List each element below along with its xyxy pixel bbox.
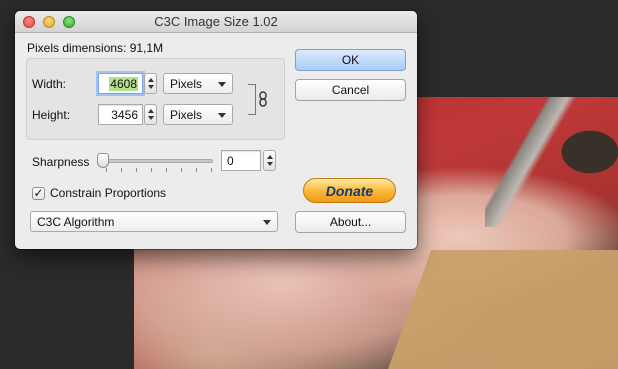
pixels-group-box — [26, 58, 285, 140]
sharpness-stepper-up-icon[interactable] — [267, 155, 273, 159]
chain-link-icon-svg — [259, 91, 267, 107]
height-stepper[interactable] — [144, 104, 157, 125]
width-stepper-down-icon[interactable] — [148, 85, 154, 89]
chevron-down-icon — [218, 113, 226, 118]
cancel-button[interactable]: Cancel — [295, 79, 406, 101]
width-label: Width: — [32, 77, 67, 91]
height-unit-value: Pixels — [170, 108, 203, 122]
chain-link-icon[interactable] — [258, 91, 268, 107]
height-unit-select[interactable]: Pixels — [163, 104, 233, 125]
width-stepper[interactable] — [144, 73, 157, 94]
height-label: Height: — [32, 108, 71, 122]
algorithm-value: C3C Algorithm — [37, 215, 115, 229]
width-input[interactable]: 4608 — [98, 73, 143, 94]
height-input[interactable]: 3456 — [98, 104, 143, 125]
window-title: C3C Image Size 1.02 — [154, 14, 278, 29]
chevron-down-icon — [218, 82, 226, 87]
slider-tick — [136, 168, 137, 172]
slider-tick — [196, 168, 197, 172]
height-stepper-up-icon[interactable] — [148, 109, 154, 113]
height-value: 3456 — [111, 108, 138, 122]
about-button[interactable]: About... — [295, 211, 406, 233]
sharpness-label: Sharpness — [32, 155, 90, 169]
title-bar[interactable]: C3C Image Size 1.02 — [15, 11, 417, 33]
width-stepper-up-icon[interactable] — [148, 78, 154, 82]
sharpness-value: 0 — [227, 154, 234, 168]
slider-tick — [106, 168, 107, 172]
chevron-down-icon — [263, 220, 271, 225]
sharpness-stepper-down-icon[interactable] — [267, 162, 273, 166]
donate-button[interactable]: Donate — [303, 178, 396, 203]
sharpness-slider-knob[interactable] — [97, 153, 109, 168]
slider-tick — [151, 168, 152, 172]
ok-button[interactable]: OK — [295, 49, 406, 71]
sharpness-input[interactable]: 0 — [221, 150, 261, 171]
width-unit-value: Pixels — [170, 77, 203, 91]
width-unit-select[interactable]: Pixels — [163, 73, 233, 94]
sharpness-slider-track[interactable] — [103, 159, 213, 163]
slider-tick — [181, 168, 182, 172]
slider-tick — [166, 168, 167, 172]
pixels-dimensions-label: Pixels dimensions: 91,1M — [27, 41, 164, 55]
constrain-proportions-label[interactable]: Constrain Proportions — [50, 186, 166, 200]
sharpness-stepper[interactable] — [263, 150, 276, 171]
background-photo-tool — [485, 97, 618, 227]
checkmark-icon: ✓ — [33, 186, 44, 200]
image-size-window: C3C Image Size 1.02 Pixels dimensions: 9… — [15, 11, 417, 249]
slider-tick — [121, 168, 122, 172]
width-value: 4608 — [109, 77, 138, 91]
height-stepper-down-icon[interactable] — [148, 116, 154, 120]
slider-tick — [211, 168, 212, 172]
proportion-bracket — [248, 84, 256, 115]
sharpness-slider-ticks — [106, 168, 212, 172]
algorithm-select[interactable]: C3C Algorithm — [30, 211, 278, 232]
constrain-proportions-checkbox[interactable]: ✓ — [32, 187, 45, 200]
